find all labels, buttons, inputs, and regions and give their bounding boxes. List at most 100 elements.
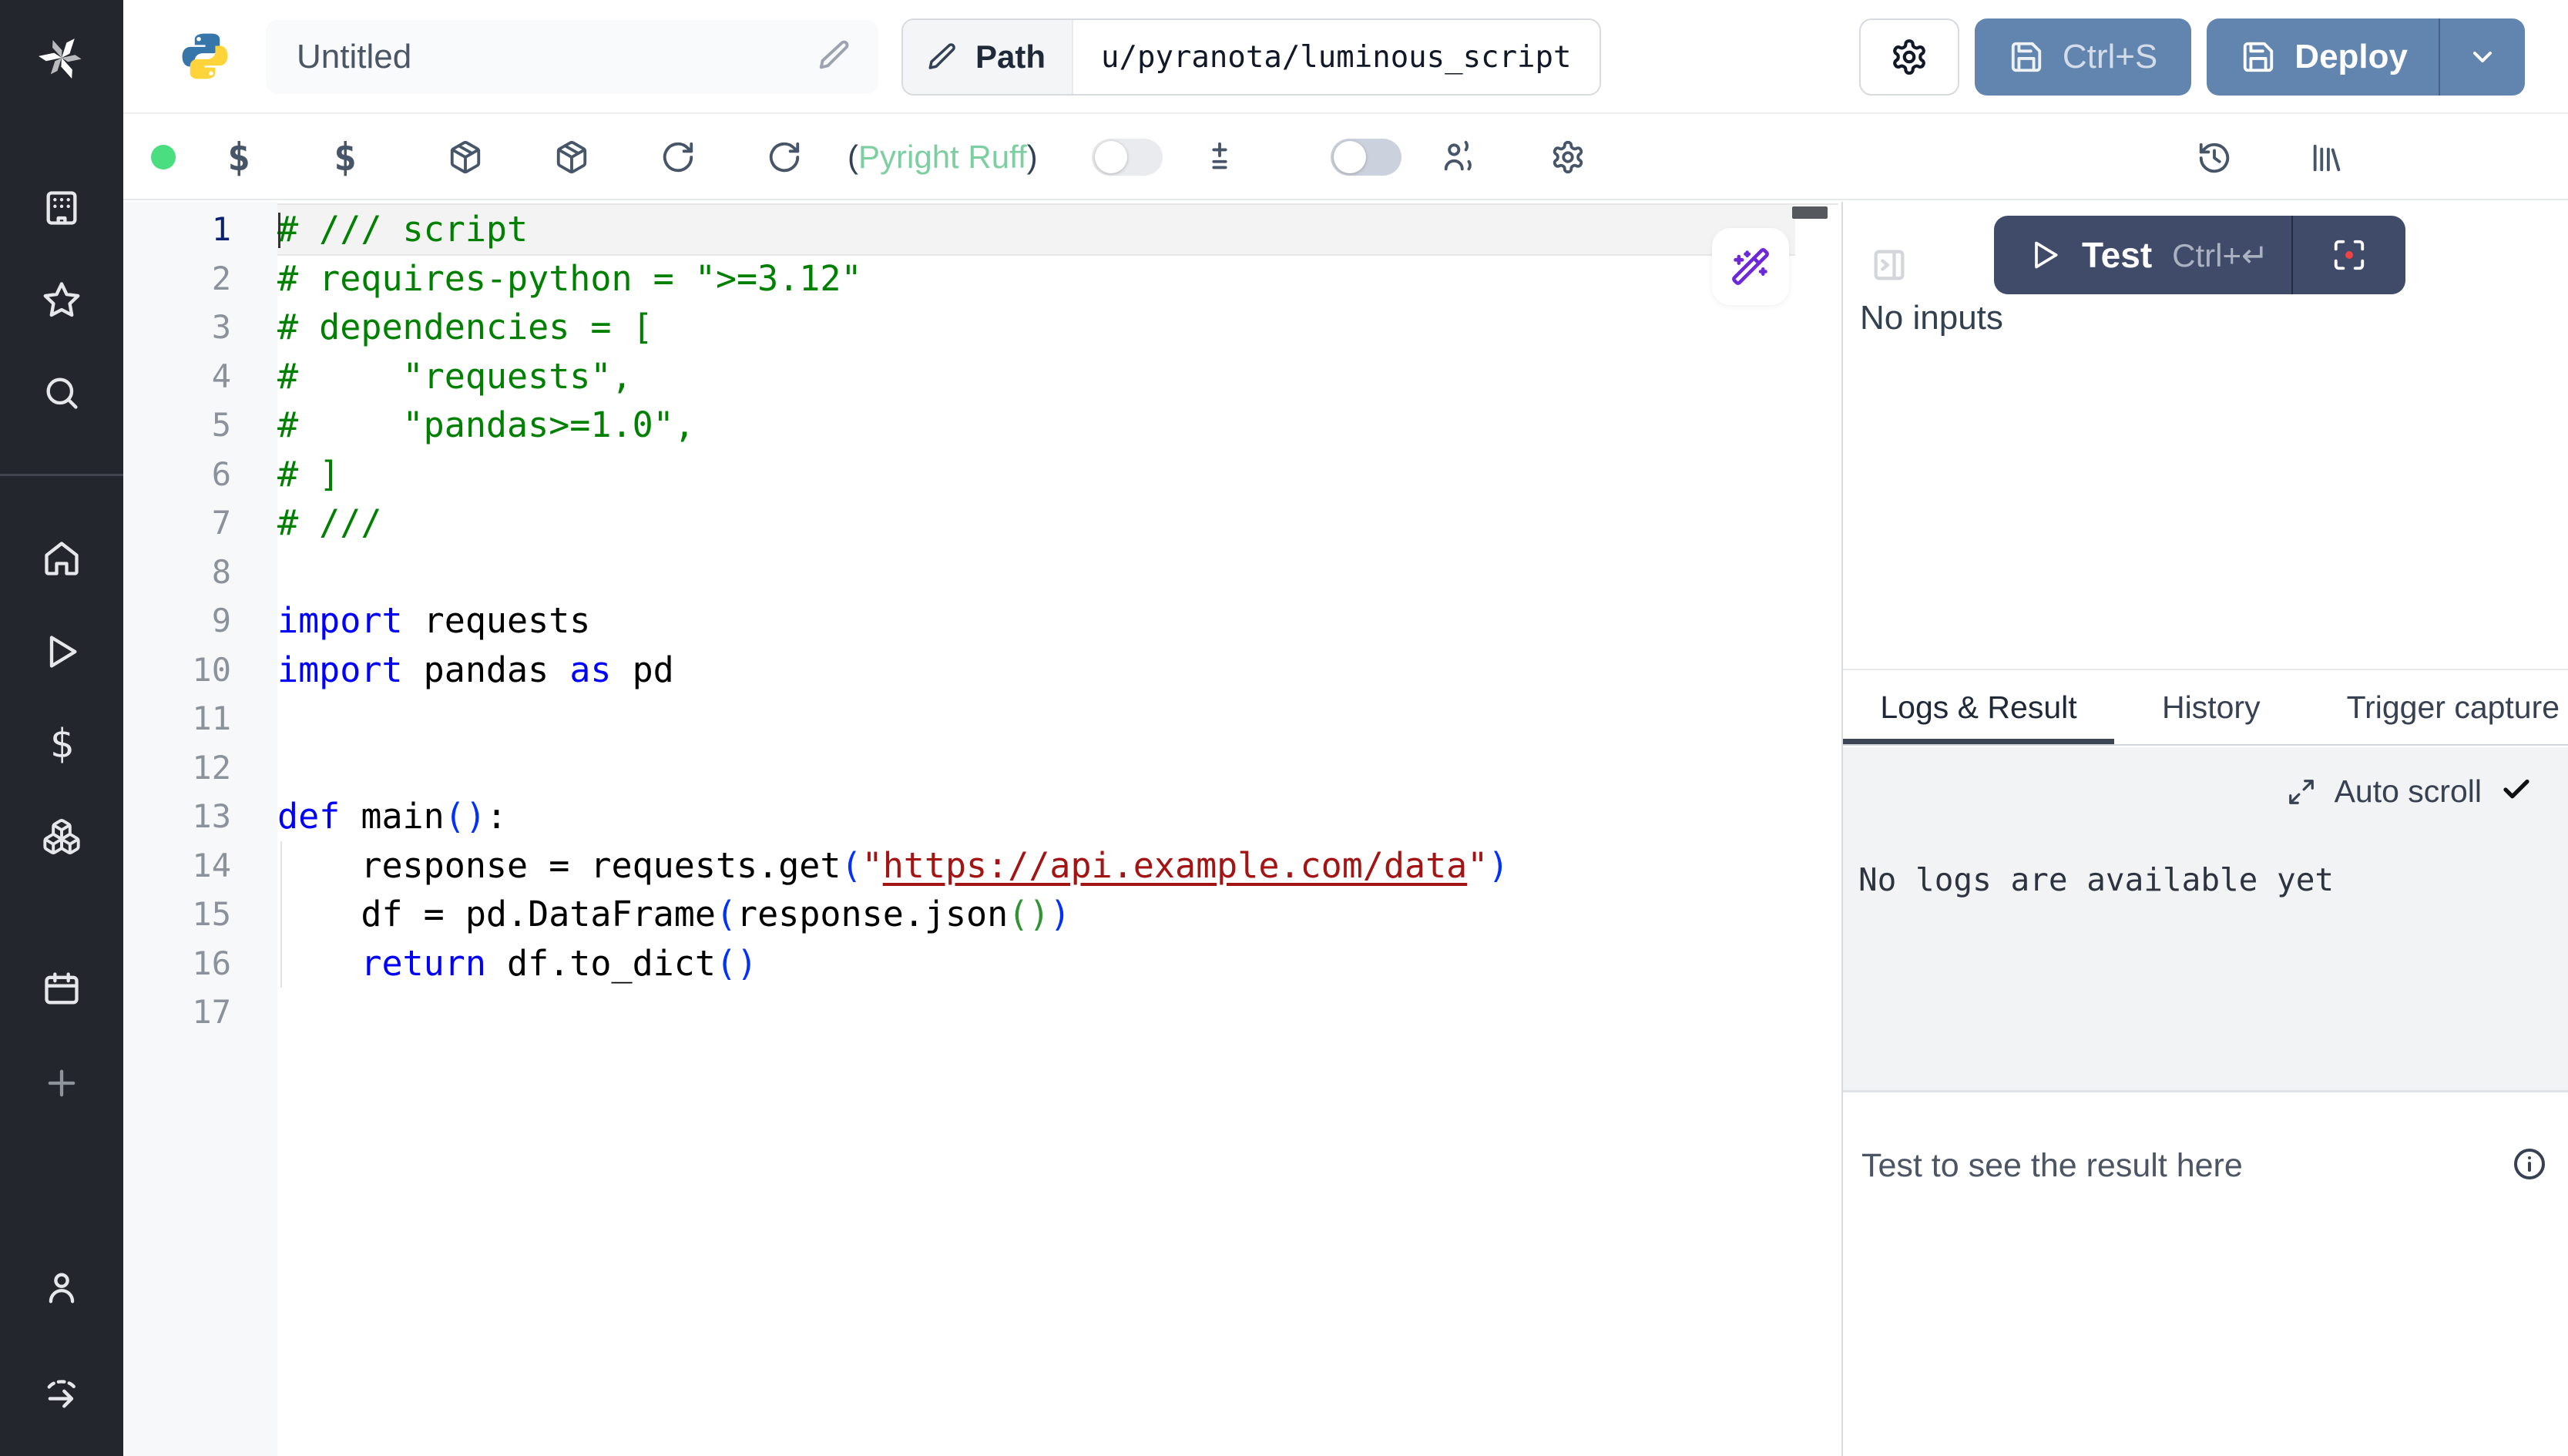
code-line[interactable]: import pandas as pd xyxy=(277,646,1838,695)
code-editor[interactable]: 1234567891011121314151617 # /// script# … xyxy=(123,202,1841,1456)
settings-button[interactable] xyxy=(1859,18,1959,96)
tab-logs-result[interactable]: Logs & Result xyxy=(1843,670,2114,744)
diff-button[interactable] xyxy=(1183,130,1257,184)
code-line[interactable]: def main(): xyxy=(277,792,1838,841)
expand-icon xyxy=(2287,777,2316,807)
play-icon xyxy=(42,632,82,672)
sidebar-item-home[interactable] xyxy=(42,538,82,579)
line-number: 6 xyxy=(123,450,231,499)
test-button-main[interactable]: Test Ctrl+↵ xyxy=(1994,216,2291,294)
history-button[interactable] xyxy=(2197,131,2232,185)
sidebar-item-schedules[interactable] xyxy=(42,969,82,1009)
code-lines[interactable]: # /// script# requires-python = ">=3.12"… xyxy=(277,205,1838,1037)
deploy-dropdown-button[interactable] xyxy=(2440,18,2525,96)
capture-button[interactable] xyxy=(2293,216,2405,294)
assistant-toggle[interactable] xyxy=(1331,139,1401,176)
code-line[interactable]: # /// script xyxy=(277,205,1838,254)
deploy-main[interactable]: Deploy xyxy=(2207,18,2439,96)
rotate-cw-icon xyxy=(660,139,696,175)
sidebar-item-variables[interactable]: $ xyxy=(49,721,73,767)
code-line[interactable]: response = requests.get("https://api.exa… xyxy=(277,841,1838,891)
info-icon[interactable] xyxy=(2511,1146,2548,1186)
test-shortcut: Ctrl+↵ xyxy=(2172,237,2268,274)
copilot-button[interactable] xyxy=(1422,130,1495,184)
editor-toolbar: $ $ (Pyright Ruff) xyxy=(123,116,2568,200)
minimap[interactable] xyxy=(1795,205,1838,1453)
library-button[interactable] xyxy=(2309,131,2345,185)
toggle-knob xyxy=(1095,141,1127,173)
test-button[interactable]: Test Ctrl+↵ xyxy=(1994,216,2405,294)
sidebar: $ xyxy=(0,0,123,1456)
sidebar-item-collapse[interactable] xyxy=(42,1373,82,1413)
lint-status: (Pyright Ruff) xyxy=(848,139,1038,176)
dollar-icon: $ xyxy=(49,721,73,767)
code-line[interactable]: import requests xyxy=(277,596,1838,646)
code-line[interactable]: # requires-python = ">=3.12" xyxy=(277,254,1838,304)
path-value[interactable]: u/pyranota/luminous_script xyxy=(1073,20,1599,94)
auto-scroll-label: Auto scroll xyxy=(2335,773,2482,810)
auto-scroll-control[interactable]: Auto scroll xyxy=(2287,773,2533,810)
toggle-knob xyxy=(1334,141,1366,173)
code-line[interactable] xyxy=(277,694,1838,743)
history-icon xyxy=(2197,140,2232,176)
line-number: 8 xyxy=(123,548,231,597)
sidebar-item-search[interactable] xyxy=(42,373,82,413)
resource-picker-button[interactable]: $ xyxy=(322,135,368,179)
result-panel: Test to see the result here xyxy=(1843,1095,2568,1456)
boxes-icon xyxy=(42,817,82,857)
path-widget[interactable]: Path u/pyranota/luminous_script xyxy=(901,18,1601,96)
edit-title-pencil-icon[interactable] xyxy=(817,38,852,77)
code-line[interactable]: # ] xyxy=(277,450,1838,499)
sidebar-item-runs[interactable] xyxy=(42,632,82,672)
test-label: Test xyxy=(2082,234,2152,276)
code-line[interactable] xyxy=(277,988,1838,1037)
reload-lsp-button[interactable] xyxy=(747,130,821,184)
package-button[interactable] xyxy=(428,130,502,184)
diff-toggle[interactable] xyxy=(1092,139,1163,176)
reload-button[interactable] xyxy=(641,130,715,184)
minimap-slider[interactable] xyxy=(1792,206,1828,219)
sidebar-item-add[interactable] xyxy=(42,1063,82,1103)
checkmark-icon[interactable] xyxy=(2500,773,2533,810)
save-icon xyxy=(2241,39,2276,75)
save-icon xyxy=(2009,39,2044,75)
building-icon xyxy=(42,188,82,228)
text-cursor xyxy=(278,213,280,248)
line-number: 16 xyxy=(123,939,231,988)
collapse-panel-button[interactable] xyxy=(1869,245,1909,289)
calendar-icon xyxy=(42,969,82,1009)
editor-settings-button[interactable] xyxy=(1531,130,1605,184)
logs-panel: Auto scroll No logs are available yet xyxy=(1843,747,2568,1092)
code-line[interactable]: # "pandas>=1.0", xyxy=(277,401,1838,450)
path-label-segment[interactable]: Path xyxy=(903,20,1073,94)
code-line[interactable] xyxy=(277,743,1838,793)
tab-history[interactable]: History xyxy=(2114,670,2308,744)
variable-picker-button[interactable]: $ xyxy=(216,135,262,179)
sidebar-item-resources[interactable] xyxy=(42,817,82,857)
path-label: Path xyxy=(975,39,1046,75)
code-line[interactable] xyxy=(277,548,1838,597)
line-number: 2 xyxy=(123,254,231,304)
save-draft-button[interactable]: Ctrl+S xyxy=(1975,18,2191,96)
sidebar-item-workspace[interactable] xyxy=(42,188,82,228)
code-line[interactable]: df = pd.DataFrame(response.json()) xyxy=(277,890,1838,939)
page-title: Untitled xyxy=(297,38,411,76)
app-logo[interactable] xyxy=(0,0,123,116)
line-number: 15 xyxy=(123,890,231,939)
script-title-box[interactable]: Untitled xyxy=(266,20,878,94)
gear-icon xyxy=(1890,38,1929,76)
sidebar-item-favorites[interactable] xyxy=(42,280,82,320)
code-line[interactable]: # dependencies = [ xyxy=(277,303,1838,352)
code-line[interactable]: # "requests", xyxy=(277,352,1838,401)
code-line[interactable]: return df.to_dict() xyxy=(277,939,1838,988)
line-number: 5 xyxy=(123,401,231,450)
line-number: 7 xyxy=(123,498,231,548)
tab-trigger-capture[interactable]: Trigger capture xyxy=(2308,670,2568,744)
sidebar-item-user[interactable] xyxy=(42,1268,82,1308)
chevron-down-icon xyxy=(2467,42,2498,72)
package-lock-button[interactable] xyxy=(535,130,609,184)
code-line[interactable]: # /// xyxy=(277,498,1838,548)
ai-assistant-button[interactable] xyxy=(1712,228,1789,305)
deploy-button[interactable]: Deploy xyxy=(2207,18,2525,96)
toolbar-left: $ $ (Pyright Ruff) xyxy=(123,130,1637,184)
